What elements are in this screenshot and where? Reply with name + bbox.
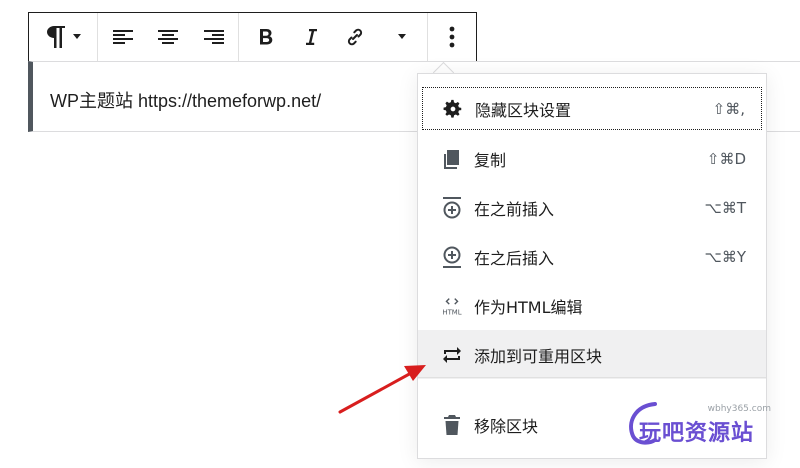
link-icon [344,26,366,48]
duplicate-icon [440,147,464,171]
watermark-url: wbhy365.com [707,404,771,414]
gear-icon [441,97,465,121]
menu-item-label: 添加到可重用区块 [474,346,603,366]
menu-item-shortcut: ⌥⌘T [704,198,746,217]
menu-item-shortcut: ⇧⌘D [706,149,746,168]
editor-canvas: WP主题站 https://themeforwp.net/ 隐藏区块设置 ⇧⌘,… [0,0,800,468]
menu-item-insert-before[interactable]: 在之前插入 ⌥⌘T [422,186,762,229]
menu-item-hide-settings[interactable]: 隐藏区块设置 ⇧⌘, [422,87,762,130]
alignment-group [97,13,238,61]
block-type-switcher[interactable] [29,13,97,61]
align-right-button[interactable] [190,13,238,61]
insert-before-icon [440,196,464,220]
more-options-button[interactable] [428,13,476,61]
menu-item-duplicate[interactable]: 复制 ⇧⌘D [422,137,762,180]
block-type-group [29,13,97,61]
paragraph-text[interactable]: WP主题站 https://themeforwp.net/ [50,87,321,113]
menu-item-shortcut: ⇧⌘, [712,99,745,118]
block-toolbar [28,12,477,62]
watermark: wbhy365.com 玩吧资源站 [625,398,775,448]
menu-divider [418,377,766,378]
align-center-icon [158,28,178,46]
menu-item-label: 移除区块 [474,416,539,436]
insert-after-icon [440,245,464,269]
trash-icon [440,413,464,437]
menu-item-label: 作为HTML编辑 [474,297,583,317]
menu-item-label: 复制 [474,150,507,170]
formatting-group [238,13,427,61]
paragraph-icon [45,24,67,50]
watermark-text: 玩吧资源站 [639,421,755,446]
menu-item-add-to-reusable[interactable]: 添加到可重用区块 [418,330,766,379]
chevron-down-icon [73,34,81,40]
menu-item-insert-after[interactable]: 在之后插入 ⌥⌘Y [422,235,762,278]
more-formats-button[interactable] [377,13,427,61]
bold-button[interactable] [239,13,289,61]
bold-icon [258,27,274,47]
italic-button[interactable] [289,13,333,61]
chevron-down-icon [398,34,406,40]
menu-item-label: 在之后插入 [474,248,555,268]
menu-item-label: 隐藏区块设置 [475,100,572,120]
align-right-icon [204,28,224,46]
menu-item-shortcut: ⌥⌘Y [704,247,746,266]
more-options-group [427,13,476,61]
html-icon: HTML [440,294,464,318]
align-left-button[interactable] [98,13,146,61]
reusable-block-icon [440,343,464,367]
html-icon-text: HTML [442,308,461,316]
italic-icon [303,27,319,47]
more-vertical-icon [449,26,455,48]
link-button[interactable] [333,13,377,61]
menu-item-label: 在之前插入 [474,199,555,219]
menu-item-edit-as-html[interactable]: HTML 作为HTML编辑 [422,284,762,327]
align-center-button[interactable] [146,13,190,61]
align-left-icon [113,28,133,46]
